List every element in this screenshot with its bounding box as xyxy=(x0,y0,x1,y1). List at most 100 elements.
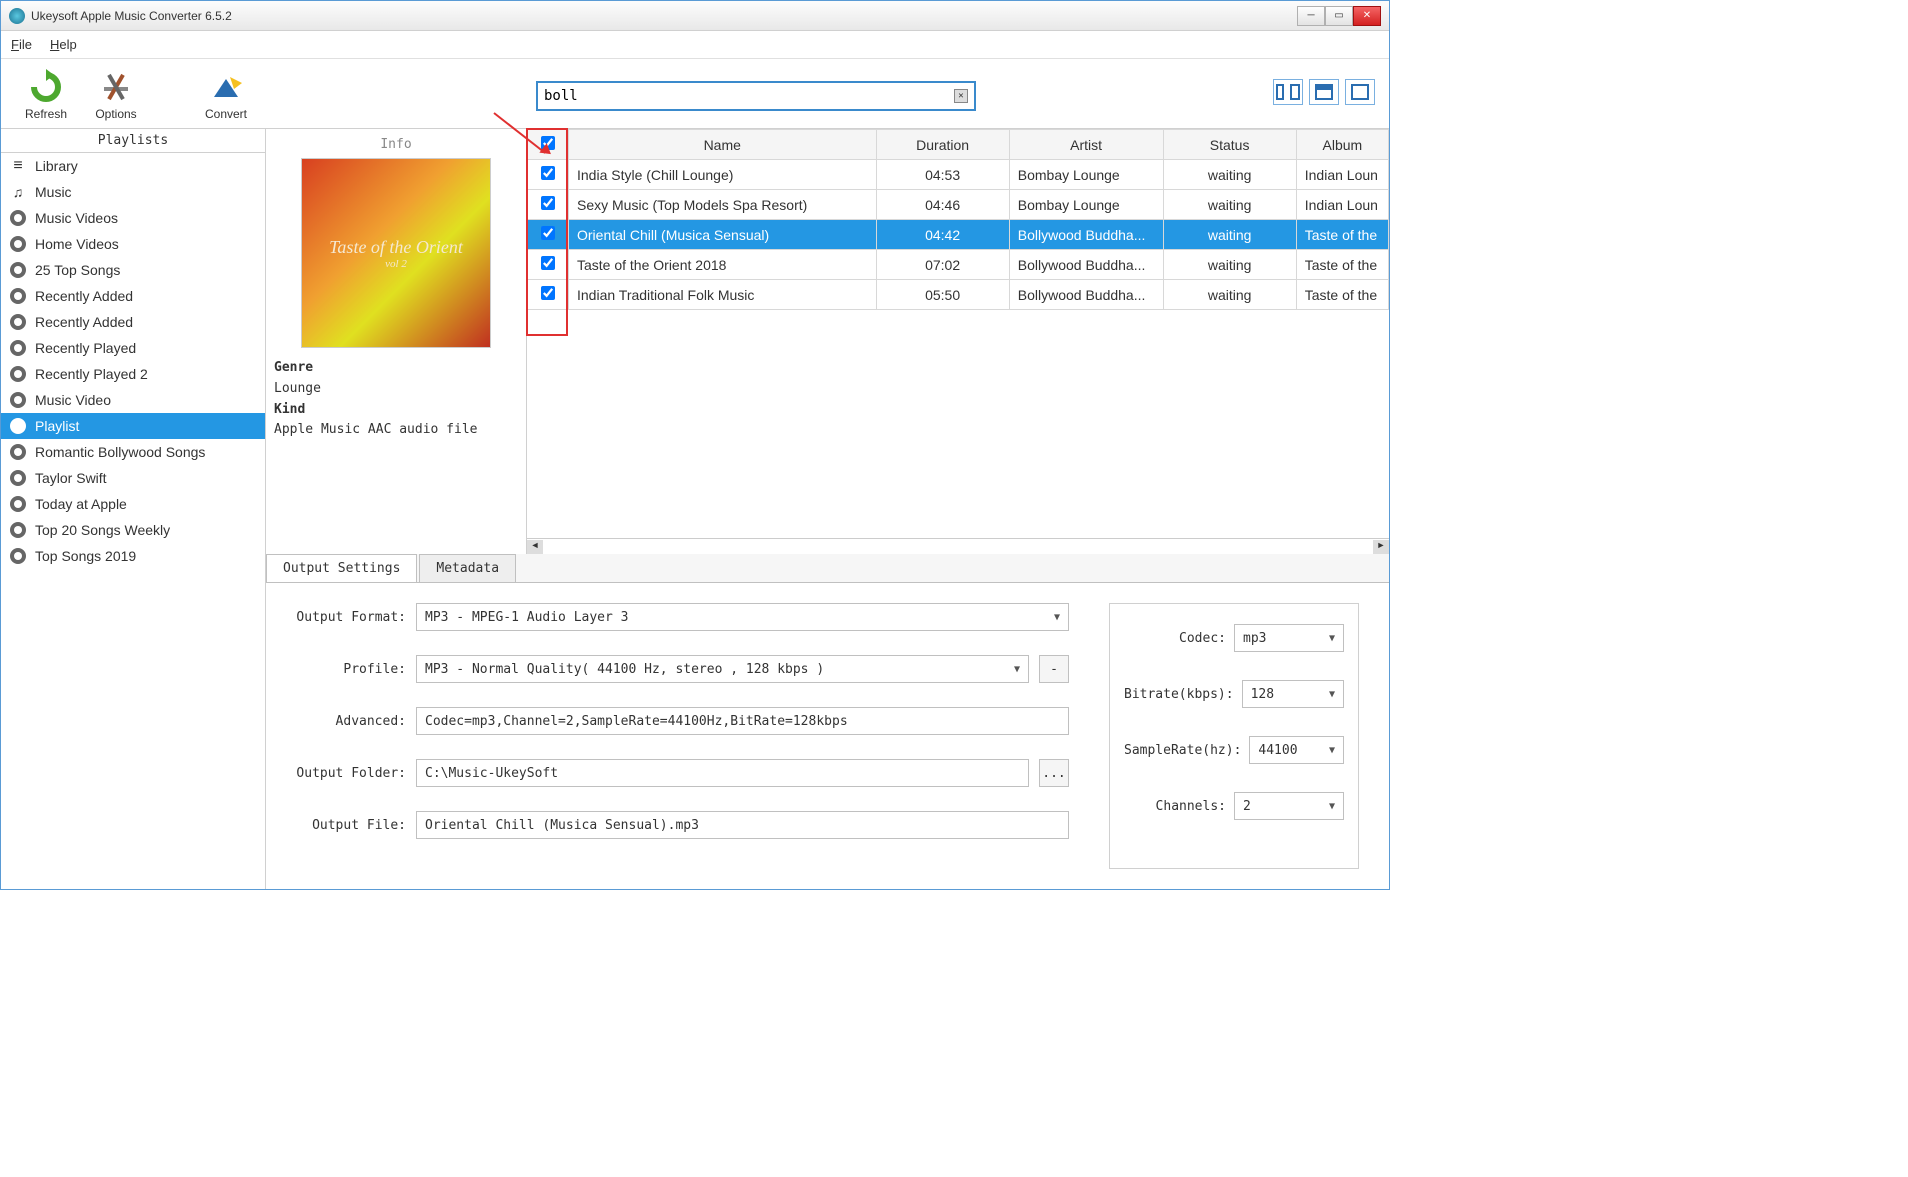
menu-file[interactable]: File xyxy=(11,37,32,52)
minimize-button[interactable]: ─ xyxy=(1297,6,1325,26)
gear-icon xyxy=(9,495,27,513)
sidebar-item[interactable]: ≡Library xyxy=(1,153,265,179)
sidebar-item[interactable]: Recently Played xyxy=(1,335,265,361)
view-left-button[interactable] xyxy=(1273,79,1303,105)
advanced-label: Advanced: xyxy=(296,714,406,729)
cell-duration: 07:02 xyxy=(876,250,1009,280)
table-row[interactable]: Oriental Chill (Musica Sensual) 04:42 Bo… xyxy=(528,220,1389,250)
format-select[interactable]: MP3 - MPEG-1 Audio Layer 3▼ xyxy=(416,603,1069,631)
maximize-button[interactable]: ▭ xyxy=(1325,6,1353,26)
sidebar-item-label: 25 Top Songs xyxy=(35,262,120,278)
cell-album: Taste of the xyxy=(1296,250,1388,280)
search-input[interactable] xyxy=(544,88,954,104)
channels-select[interactable]: 2▼ xyxy=(1234,792,1344,820)
sidebar-item-label: Romantic Bollywood Songs xyxy=(35,444,205,460)
profile-minus-button[interactable]: - xyxy=(1039,655,1069,683)
table-row[interactable]: Indian Traditional Folk Music 05:50 Boll… xyxy=(528,280,1389,310)
cell-status: waiting xyxy=(1163,250,1296,280)
refresh-button[interactable]: Refresh xyxy=(11,67,81,121)
cell-artist: Bollywood Buddha... xyxy=(1009,250,1163,280)
convert-label: Convert xyxy=(205,107,247,121)
sidebar-item-label: Taylor Swift xyxy=(35,470,107,486)
options-label: Options xyxy=(95,107,136,121)
bitrate-label: Bitrate(kbps): xyxy=(1124,687,1234,702)
bottom-panel: Output Settings Metadata Output Format: … xyxy=(266,554,1389,889)
gear-icon xyxy=(9,547,27,565)
row-checkbox[interactable] xyxy=(541,286,555,300)
sidebar-item[interactable]: Playlist xyxy=(1,413,265,439)
samplerate-select[interactable]: 44100▼ xyxy=(1249,736,1344,764)
row-checkbox[interactable] xyxy=(541,226,555,240)
horizontal-scrollbar[interactable]: ◄ ► xyxy=(527,538,1389,554)
table-row[interactable]: Sexy Music (Top Models Spa Resort) 04:46… xyxy=(528,190,1389,220)
gear-icon xyxy=(9,521,27,539)
options-button[interactable]: Options xyxy=(81,67,151,121)
tabs: Output Settings Metadata xyxy=(266,554,1389,583)
sidebar-item[interactable]: Music Videos xyxy=(1,205,265,231)
row-checkbox-cell xyxy=(528,190,569,220)
folder-browse-button[interactable]: ... xyxy=(1039,759,1069,787)
sidebar-item[interactable]: Romantic Bollywood Songs xyxy=(1,439,265,465)
codec-select[interactable]: mp3▼ xyxy=(1234,624,1344,652)
row-checkbox[interactable] xyxy=(541,256,555,270)
sidebar-item[interactable]: ♫Music xyxy=(1,179,265,205)
tab-metadata[interactable]: Metadata xyxy=(419,554,516,582)
sidebar-item-label: Recently Played xyxy=(35,340,136,356)
table-row[interactable]: Taste of the Orient 2018 07:02 Bollywood… xyxy=(528,250,1389,280)
gear-icon xyxy=(9,391,27,409)
search-clear-button[interactable]: ✕ xyxy=(954,89,968,103)
row-checkbox-cell xyxy=(528,250,569,280)
menu-help[interactable]: Help xyxy=(50,37,77,52)
profile-select[interactable]: MP3 - Normal Quality( 44100 Hz, stereo ,… xyxy=(416,655,1029,683)
sidebar-item[interactable]: Top 20 Songs Weekly xyxy=(1,517,265,543)
header-album[interactable]: Album xyxy=(1296,130,1388,160)
app-window: Ukeysoft Apple Music Converter 6.5.2 ─ ▭… xyxy=(0,0,1390,890)
codec-panel: Codec: mp3▼ Bitrate(kbps): 128▼ SampleRa… xyxy=(1109,603,1359,869)
row-checkbox-cell xyxy=(528,220,569,250)
header-status[interactable]: Status xyxy=(1163,130,1296,160)
sidebar-item[interactable]: Home Videos xyxy=(1,231,265,257)
sidebar-item[interactable]: 25 Top Songs xyxy=(1,257,265,283)
sidebar-item[interactable]: Music Video xyxy=(1,387,265,413)
cell-artist: Bombay Lounge xyxy=(1009,190,1163,220)
convert-button[interactable]: Convert xyxy=(191,67,261,121)
view-full-button[interactable] xyxy=(1345,79,1375,105)
sidebar-item[interactable]: Top Songs 2019 xyxy=(1,543,265,569)
track-table: Name Duration Artist Status Album India … xyxy=(527,129,1389,310)
search-box[interactable]: ✕ xyxy=(536,81,976,111)
titlebar: Ukeysoft Apple Music Converter 6.5.2 ─ ▭… xyxy=(1,1,1389,31)
cell-artist: Bollywood Buddha... xyxy=(1009,220,1163,250)
file-input[interactable]: Oriental Chill (Musica Sensual).mp3 xyxy=(416,811,1069,839)
toolbar: Refresh Options Convert ✕ xyxy=(1,59,1389,129)
cell-name: Oriental Chill (Musica Sensual) xyxy=(569,220,877,250)
tab-output-settings[interactable]: Output Settings xyxy=(266,554,417,582)
menubar: File Help xyxy=(1,31,1389,59)
close-button[interactable]: ✕ xyxy=(1353,6,1381,26)
sidebar-item[interactable]: Recently Added xyxy=(1,283,265,309)
row-checkbox[interactable] xyxy=(541,196,555,210)
view-top-button[interactable] xyxy=(1309,79,1339,105)
scroll-right-arrow[interactable]: ► xyxy=(1373,540,1389,554)
folder-input[interactable]: C:\Music-UkeySoft xyxy=(416,759,1029,787)
header-artist[interactable]: Artist xyxy=(1009,130,1163,160)
kind-label: Kind xyxy=(274,400,518,421)
sidebar-item-label: Today at Apple xyxy=(35,496,127,512)
kind-value: Apple Music AAC audio file xyxy=(274,420,518,441)
sidebar-item[interactable]: Taylor Swift xyxy=(1,465,265,491)
header-name[interactable]: Name xyxy=(569,130,877,160)
cell-artist: Bollywood Buddha... xyxy=(1009,280,1163,310)
advanced-input[interactable]: Codec=mp3,Channel=2,SampleRate=44100Hz,B… xyxy=(416,707,1069,735)
sidebar-item-label: Recently Played 2 xyxy=(35,366,148,382)
samplerate-label: SampleRate(hz): xyxy=(1124,743,1241,758)
header-duration[interactable]: Duration xyxy=(876,130,1009,160)
sidebar-item[interactable]: Recently Added xyxy=(1,309,265,335)
table-row[interactable]: India Style (Chill Lounge) 04:53 Bombay … xyxy=(528,160,1389,190)
row-checkbox[interactable] xyxy=(541,166,555,180)
gear-icon xyxy=(9,235,27,253)
album-title-line1: Taste of the Orient xyxy=(329,237,463,258)
scroll-left-arrow[interactable]: ◄ xyxy=(527,540,543,554)
cell-artist: Bombay Lounge xyxy=(1009,160,1163,190)
sidebar-item[interactable]: Today at Apple xyxy=(1,491,265,517)
bitrate-select[interactable]: 128▼ xyxy=(1242,680,1344,708)
sidebar-item[interactable]: Recently Played 2 xyxy=(1,361,265,387)
